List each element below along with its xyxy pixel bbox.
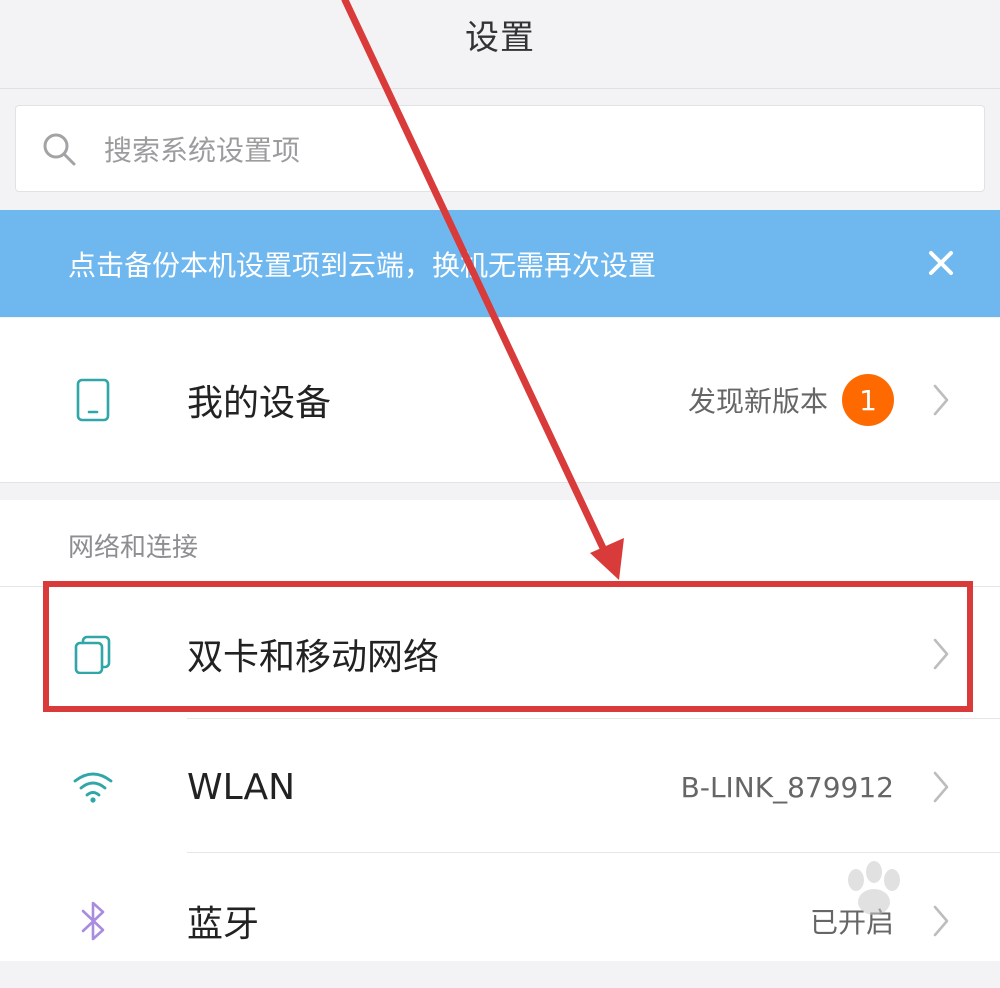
wifi-icon <box>70 764 116 810</box>
sim-cards-icon <box>70 631 116 677</box>
chevron-right-icon <box>930 380 952 420</box>
close-icon[interactable] <box>924 246 958 280</box>
wlan-network-name: B-LINK_879912 <box>680 770 894 804</box>
row-divider <box>187 718 1000 719</box>
wlan-row[interactable]: WLAN B-LINK_879912 <box>0 720 1000 854</box>
watermark-logo <box>848 861 900 915</box>
wlan-label: WLAN <box>187 766 296 808</box>
chevron-right-icon <box>930 634 952 674</box>
section-header-network: 网络和连接 <box>68 533 199 563</box>
chevron-right-icon <box>930 767 952 807</box>
update-badge: 1 <box>842 374 894 426</box>
title-bar: 设置 <box>0 0 1000 89</box>
search-input[interactable]: 搜索系统设置项 <box>104 129 300 169</box>
dual-sim-row[interactable]: 双卡和移动网络 <box>0 587 1000 721</box>
search-icon <box>42 132 76 166</box>
page-title: 设置 <box>465 17 535 58</box>
dual-sim-label: 双卡和移动网络 <box>187 637 440 678</box>
bluetooth-icon <box>70 898 116 944</box>
backup-banner[interactable]: 点击备份本机设置项到云端，换机无需再次设置 <box>0 210 1000 317</box>
banner-text: 点击备份本机设置项到云端，换机无需再次设置 <box>68 248 657 282</box>
search-box[interactable]: 搜索系统设置项 <box>15 105 985 192</box>
row-divider <box>0 586 1000 587</box>
phone-icon <box>70 377 116 423</box>
my-device-row[interactable]: 我的设备 发现新版本 1 <box>0 333 1000 467</box>
bluetooth-label: 蓝牙 <box>187 904 260 945</box>
my-device-label: 我的设备 <box>187 383 332 424</box>
my-device-card: 我的设备 发现新版本 1 <box>0 318 1000 483</box>
update-status: 发现新版本 <box>687 385 828 418</box>
